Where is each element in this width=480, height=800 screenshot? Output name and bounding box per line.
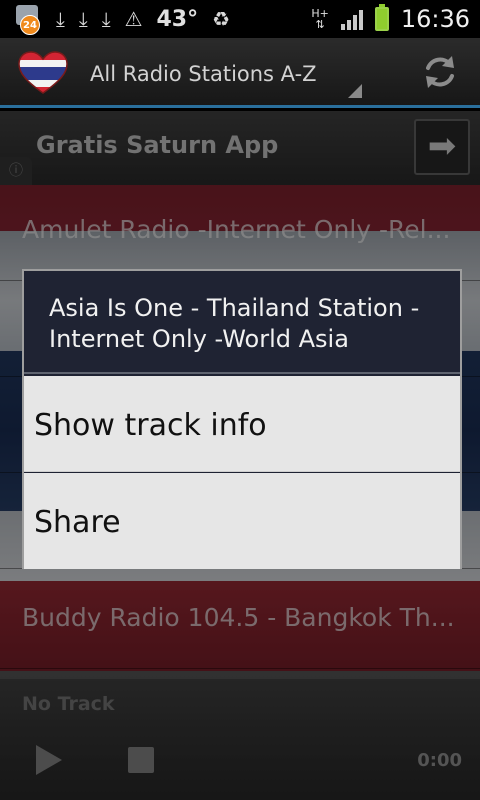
context-menu-dialog: Asia Is One - Thailand Station - Interne… xyxy=(22,269,462,569)
station-list-spinner[interactable]: All Radio Stations A-Z xyxy=(90,52,362,100)
clock: 16:36 xyxy=(400,5,470,33)
refresh-icon[interactable] xyxy=(420,52,460,92)
status-bar-right: H+ ⇅ 16:36 xyxy=(311,4,470,34)
warning-icon: ⚠ xyxy=(124,7,143,31)
menu-item-label: Show track info xyxy=(34,408,267,443)
network-type-label: H+ xyxy=(311,7,329,20)
show-track-info-item[interactable]: Show track info xyxy=(24,376,460,472)
download-icon: ⤓ xyxy=(56,7,65,31)
spinner-dropdown-icon xyxy=(348,84,362,98)
download-icon: ⤓ xyxy=(101,7,111,31)
temperature-text: 43° xyxy=(156,6,199,32)
notification-count: 24 xyxy=(20,15,40,35)
signal-icon xyxy=(340,8,363,30)
dialog-title-bar: Asia Is One - Thailand Station - Interne… xyxy=(24,271,460,374)
action-bar: All Radio Stations A-Z xyxy=(0,38,480,108)
thai-flag-heart-icon[interactable] xyxy=(18,51,68,95)
menu-item-label: Share xyxy=(34,505,121,540)
dialog-title: Asia Is One - Thailand Station - Interne… xyxy=(49,294,420,353)
app-notification-icon: 24 xyxy=(14,5,42,35)
share-item[interactable]: Share xyxy=(24,473,460,569)
spinner-label: All Radio Stations A-Z xyxy=(90,62,317,86)
network-type-icon: H+ ⇅ xyxy=(311,7,329,31)
status-bar: 24 ⤓ ⤓ ⤓ ⚠ 43° ♻ H+ ⇅ 16:36 xyxy=(0,0,480,38)
battery-icon xyxy=(374,4,389,31)
status-bar-left: 24 ⤓ ⤓ ⤓ ⚠ 43° ♻ xyxy=(14,4,231,35)
recycle-icon: ♻ xyxy=(212,7,231,31)
download-icon: ⤓ xyxy=(78,7,88,31)
